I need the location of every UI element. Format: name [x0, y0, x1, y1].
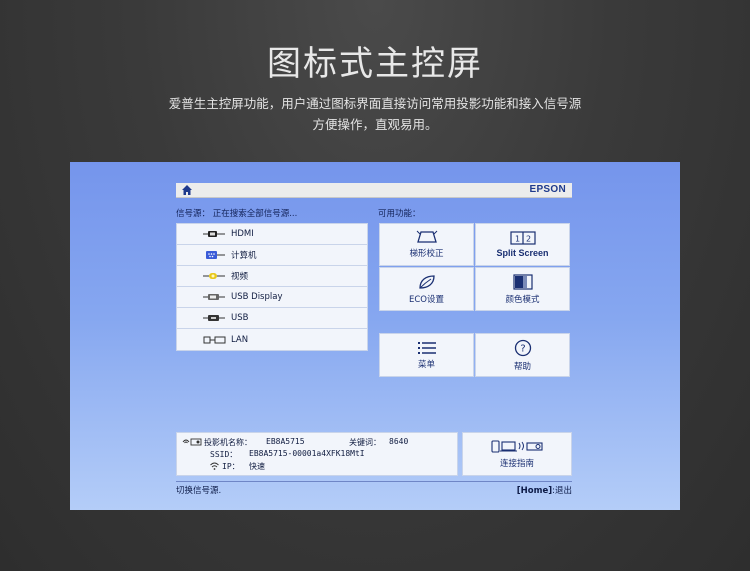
help-button[interactable]: ? 帮助: [475, 333, 570, 377]
ssid-value: EB8A5715-00001a4XFK18MtI: [249, 449, 365, 458]
source-item-computer[interactable]: 计算机: [177, 245, 367, 266]
ssid-label: SSID：: [210, 450, 238, 459]
ip-label: IP：: [222, 462, 240, 471]
help-label: 帮助: [513, 361, 531, 372]
page-title: 图标式主控屏: [267, 44, 483, 84]
projector-name-label: 投影机名称：: [204, 438, 252, 447]
color-mode-button[interactable]: 颜色模式: [475, 267, 570, 311]
source-label: HDMI: [231, 229, 254, 239]
source-label: USB Display: [231, 292, 283, 302]
hdmi-icon: [203, 231, 225, 237]
projector-info-panel: 投影机名称： EB8A5715 关键词： 8640 SSID： EB8A5715…: [176, 432, 458, 476]
svg-text:2: 2: [526, 235, 531, 244]
page-subtitle: 爱普生主控屏功能，用户通过图标界面直接访问常用投影功能和接入信号源 方便操作，直…: [145, 93, 605, 135]
connection-guide-label: 连接指南: [499, 459, 534, 469]
source-label: 视频: [231, 272, 249, 282]
projector-home-screen: EPSON 信号源： 正在搜索全部信号源... 可用功能： HDMI 计算机 视…: [70, 162, 680, 510]
color-mode-icon: [512, 273, 533, 290]
split-screen-button[interactable]: 1 2 Split Screen: [475, 223, 570, 266]
video-icon: [203, 273, 225, 279]
keystone-label: 梯形校正: [409, 249, 444, 259]
split-screen-label: Split Screen: [496, 248, 549, 258]
vga-icon: [206, 251, 225, 259]
network-projector-icon: [182, 438, 202, 446]
subtitle-line-2: 方便操作，直观易用。: [312, 117, 438, 132]
eco-leaf-icon: [418, 274, 435, 289]
source-label: 计算机: [231, 251, 257, 261]
source-item-usb-display[interactable]: USB Display: [177, 287, 367, 308]
brand-logo: EPSON: [529, 184, 566, 195]
split-screen-icon: 1 2: [509, 231, 536, 245]
projector-name-value: EB8A5715: [266, 437, 305, 446]
keystone-button[interactable]: 梯形校正: [379, 223, 474, 266]
keystone-icon: [416, 230, 437, 243]
source-list: HDMI 计算机 视频 USB Display USB LAN: [176, 223, 368, 351]
home-key-label: [Home]: [516, 486, 553, 496]
device-connection-icon: [491, 440, 543, 453]
home-top-bar: EPSON: [176, 183, 572, 198]
source-label: USB: [231, 313, 249, 323]
eco-settings-label: ECO设置: [409, 294, 444, 305]
status-exit-hint: [Home]:退出: [517, 484, 572, 496]
home-icon[interactable]: [181, 184, 193, 196]
color-mode-label: 颜色模式: [505, 294, 540, 305]
subtitle-line-1: 爱普生主控屏功能，用户通过图标界面直接访问常用投影功能和接入信号源: [168, 96, 582, 111]
keyword-label: 关键词：: [349, 438, 381, 447]
ip-value: 快速: [249, 462, 265, 471]
wifi-icon: [210, 462, 219, 470]
help-icon: ?: [514, 339, 531, 356]
source-label: LAN: [231, 334, 249, 345]
source-item-lan[interactable]: LAN: [177, 329, 367, 350]
connection-guide-button[interactable]: 连接指南: [462, 432, 572, 476]
usb-icon: [203, 315, 225, 321]
svg-text:?: ?: [520, 343, 525, 354]
eco-settings-button[interactable]: ECO设置: [379, 267, 474, 311]
exit-label: :退出: [552, 486, 572, 496]
usb-display-icon: [203, 294, 225, 300]
lan-icon: [203, 336, 226, 343]
menu-list-icon: [417, 341, 436, 354]
source-item-usb[interactable]: USB: [177, 308, 367, 329]
source-item-video[interactable]: 视频: [177, 266, 367, 287]
functions-header: 可用功能：: [378, 209, 421, 219]
status-bar: 切换信号源. [Home]:退出: [176, 481, 572, 496]
source-item-hdmi[interactable]: HDMI: [177, 224, 367, 245]
menu-button[interactable]: 菜单: [379, 333, 474, 377]
keyword-value: 8640: [389, 437, 409, 446]
status-switch-source: 切换信号源.: [176, 486, 222, 496]
menu-label: 菜单: [417, 359, 435, 370]
source-header: 信号源： 正在搜索全部信号源...: [176, 209, 298, 219]
svg-text:1: 1: [515, 235, 520, 244]
